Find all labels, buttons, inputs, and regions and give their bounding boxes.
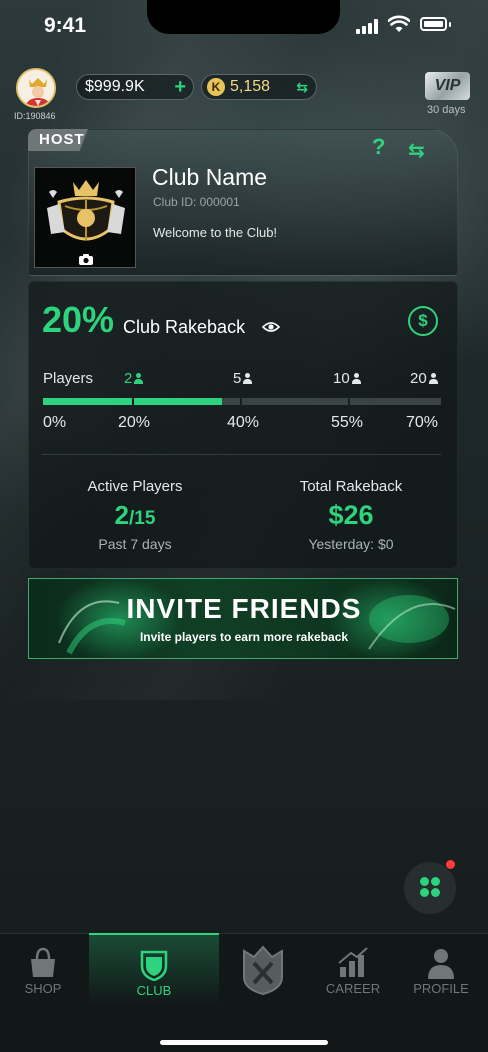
rakeback-percent: 20% [42, 299, 115, 340]
vip-days: 30 days [427, 104, 466, 116]
tier-players-2: 2 [124, 370, 144, 387]
battery-nub [449, 22, 451, 27]
club-welcome-message: Welcome to the Club! [153, 225, 278, 240]
active-players-period: Past 7 days [98, 536, 172, 552]
switch-club-icon[interactable]: ⇆ [408, 138, 425, 163]
total-rakeback-value: $26 [328, 500, 374, 530]
career-chart-icon [338, 947, 368, 977]
progress-tick [240, 396, 242, 407]
tab-club[interactable]: CLUB [89, 933, 219, 1013]
tab-label: CLUB [136, 983, 172, 998]
person-icon [242, 373, 253, 384]
wifi-icon [388, 15, 410, 32]
apps-menu-button[interactable] [404, 862, 456, 914]
total-rakeback-yesterday: Yesterday: $0 [308, 536, 394, 552]
active-players-count: 2 [114, 500, 130, 530]
invite-subtitle: Invite players to earn more rakeback [139, 630, 349, 644]
person-icon [351, 373, 362, 384]
tab-label: PROFILE [413, 981, 469, 996]
rakeback-progress-bar [43, 396, 441, 407]
rakeback-title: Club Rakeback [123, 317, 246, 337]
tier-players-10: 10 [333, 370, 362, 387]
device-notch [147, 0, 340, 34]
help-icon[interactable]: ? [372, 134, 385, 160]
tier-players-5: 5 [233, 370, 253, 387]
invite-title: INVITE FRIENDS [126, 593, 362, 624]
tier-players-value: 10 [333, 370, 350, 387]
shop-bag-icon [31, 947, 55, 977]
players-label: Players [43, 370, 94, 387]
exchange-icon[interactable]: ⇆ [296, 79, 308, 96]
emblem-logo-icon [243, 945, 283, 995]
tier-players-value: 5 [233, 370, 242, 387]
club-logo[interactable] [34, 167, 136, 268]
tier-players-20: 20 [410, 370, 439, 387]
status-bar: 9:41 [0, 0, 488, 50]
active-players-total: /15 [129, 508, 156, 529]
host-tag: HOST [28, 129, 88, 151]
add-cash-icon[interactable]: + [174, 76, 186, 99]
tab-profile[interactable]: PROFILE [398, 933, 484, 1013]
tier-pct-base: 0% [43, 414, 67, 431]
k-coin-value: 5,158 [230, 78, 271, 95]
active-players-label: Active Players [87, 478, 183, 495]
club-id: Club ID: 000001 [153, 195, 240, 209]
tab-label: SHOP [24, 981, 62, 996]
club-shield-icon [140, 950, 168, 981]
progress-tick [132, 396, 134, 407]
k-coin-icon: K [207, 78, 225, 96]
camera-icon[interactable] [79, 254, 93, 265]
active-players-value: 2/15 [45, 500, 225, 531]
tier-pct-70: 70% [406, 414, 439, 431]
vip-badge[interactable]: VIP [425, 72, 470, 100]
eye-icon[interactable] [262, 321, 280, 333]
person-icon [428, 373, 439, 384]
home-indicator[interactable] [160, 1040, 328, 1045]
cash-balance[interactable]: $999.9K + [76, 74, 194, 100]
profile-person-icon [428, 949, 454, 979]
total-rakeback-label: Total Rakeback [299, 478, 403, 495]
tier-pct-20: 20% [118, 414, 151, 431]
card-divider [42, 454, 441, 455]
tier-pct-40: 40% [227, 414, 260, 431]
club-name: Club Name [152, 164, 268, 190]
cellular-signal-icon [356, 18, 380, 34]
tab-shop[interactable]: SHOP [0, 933, 86, 1013]
tier-pct-55: 55% [331, 414, 364, 431]
invite-friends-banner[interactable]: INVITE FRIENDS Invite players to earn mo… [28, 578, 458, 659]
tier-players-value: 2 [124, 370, 133, 387]
tab-career[interactable]: CAREER [310, 933, 396, 1013]
tab-emblem[interactable] [220, 933, 306, 1013]
user-id: ID:190846 [14, 111, 56, 121]
tab-label: CAREER [325, 981, 381, 996]
notification-dot [446, 860, 455, 869]
person-icon [133, 373, 144, 384]
tier-players-value: 20 [410, 370, 427, 387]
k-coin-balance[interactable]: K 5,158 ⇆ [201, 74, 317, 100]
status-time: 9:41 [44, 14, 87, 37]
cash-balance-value: $999.9K [85, 78, 145, 95]
progress-tick [348, 396, 350, 407]
rakeback-dollar-icon[interactable]: $ [408, 306, 438, 336]
battery-icon [420, 17, 447, 31]
avatar[interactable] [16, 68, 56, 108]
